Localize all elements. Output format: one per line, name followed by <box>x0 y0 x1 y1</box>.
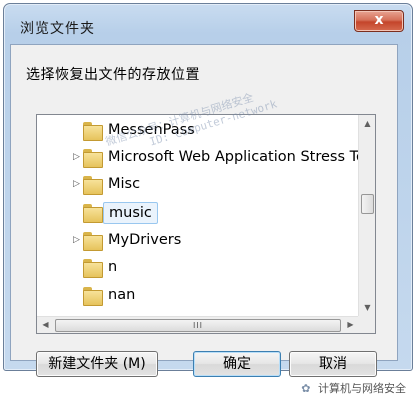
scroll-right-icon[interactable]: ▶ <box>342 317 359 333</box>
folder-icon <box>83 176 103 195</box>
tree-item-label: MyDrivers <box>108 232 182 248</box>
tree-item-label: Microsoft Web Application Stress Tool <box>108 149 376 165</box>
folder-icon <box>83 259 103 278</box>
scroll-down-icon[interactable]: ▼ <box>359 299 375 316</box>
expander-icon[interactable]: ▷ <box>73 179 80 189</box>
folder-icon <box>83 232 103 251</box>
folder-icon <box>83 149 103 168</box>
footer-text: 计算机与网络安全 <box>318 382 406 395</box>
tree-item-microsoft-web-application-stress-tool[interactable]: ▷ Microsoft Web Application Stress Tool <box>37 146 375 170</box>
tree-item-label: music <box>103 202 158 224</box>
scrollbar-corner <box>358 316 375 333</box>
tree-item-n[interactable]: n <box>37 256 359 280</box>
vertical-scroll-thumb[interactable] <box>361 194 374 214</box>
folder-icon <box>83 287 103 306</box>
horizontal-scroll-thumb[interactable]: III <box>55 319 341 332</box>
scroll-left-icon[interactable]: ◀ <box>37 317 54 333</box>
horizontal-scrollbar[interactable]: ◀ III ▶ <box>37 316 359 333</box>
tree-item-nan[interactable]: nan <box>37 284 359 308</box>
close-button[interactable]: x <box>354 10 404 32</box>
folder-icon <box>83 204 103 223</box>
expander-icon[interactable]: ▷ <box>73 235 80 245</box>
tree-item-messenpass[interactable]: MessenPass <box>37 119 359 143</box>
wechat-icon: ✿ <box>301 382 311 395</box>
vertical-scrollbar[interactable]: ▲ ▼ <box>358 115 375 316</box>
tree-item-label: MessenPass <box>108 122 195 138</box>
folder-icon <box>83 122 103 141</box>
scroll-up-icon[interactable]: ▲ <box>359 115 375 132</box>
tree-item-label: Misc <box>108 176 141 192</box>
cancel-button[interactable]: 取消 <box>289 351 377 377</box>
footer-watermark: ✿ 计算机与网络安全 <box>301 380 406 396</box>
tree-item-label: n <box>108 259 118 275</box>
tree-item-label: nan <box>108 287 136 303</box>
tree-item-music[interactable]: music <box>37 201 359 225</box>
dialog-prompt: 选择恢复出文件的存放位置 <box>26 67 200 83</box>
folder-tree[interactable]: MessenPass ▷ Microsoft Web Application S… <box>36 114 376 334</box>
window-title: 浏览文件夹 <box>20 21 95 37</box>
ok-button[interactable]: 确定 <box>193 351 281 377</box>
new-folder-button[interactable]: 新建文件夹 (M) <box>36 351 158 377</box>
tree-item-misc[interactable]: ▷ Misc <box>37 173 359 197</box>
tree-item-mydrivers[interactable]: ▷ MyDrivers <box>37 229 359 253</box>
expander-icon[interactable]: ▷ <box>73 152 80 162</box>
